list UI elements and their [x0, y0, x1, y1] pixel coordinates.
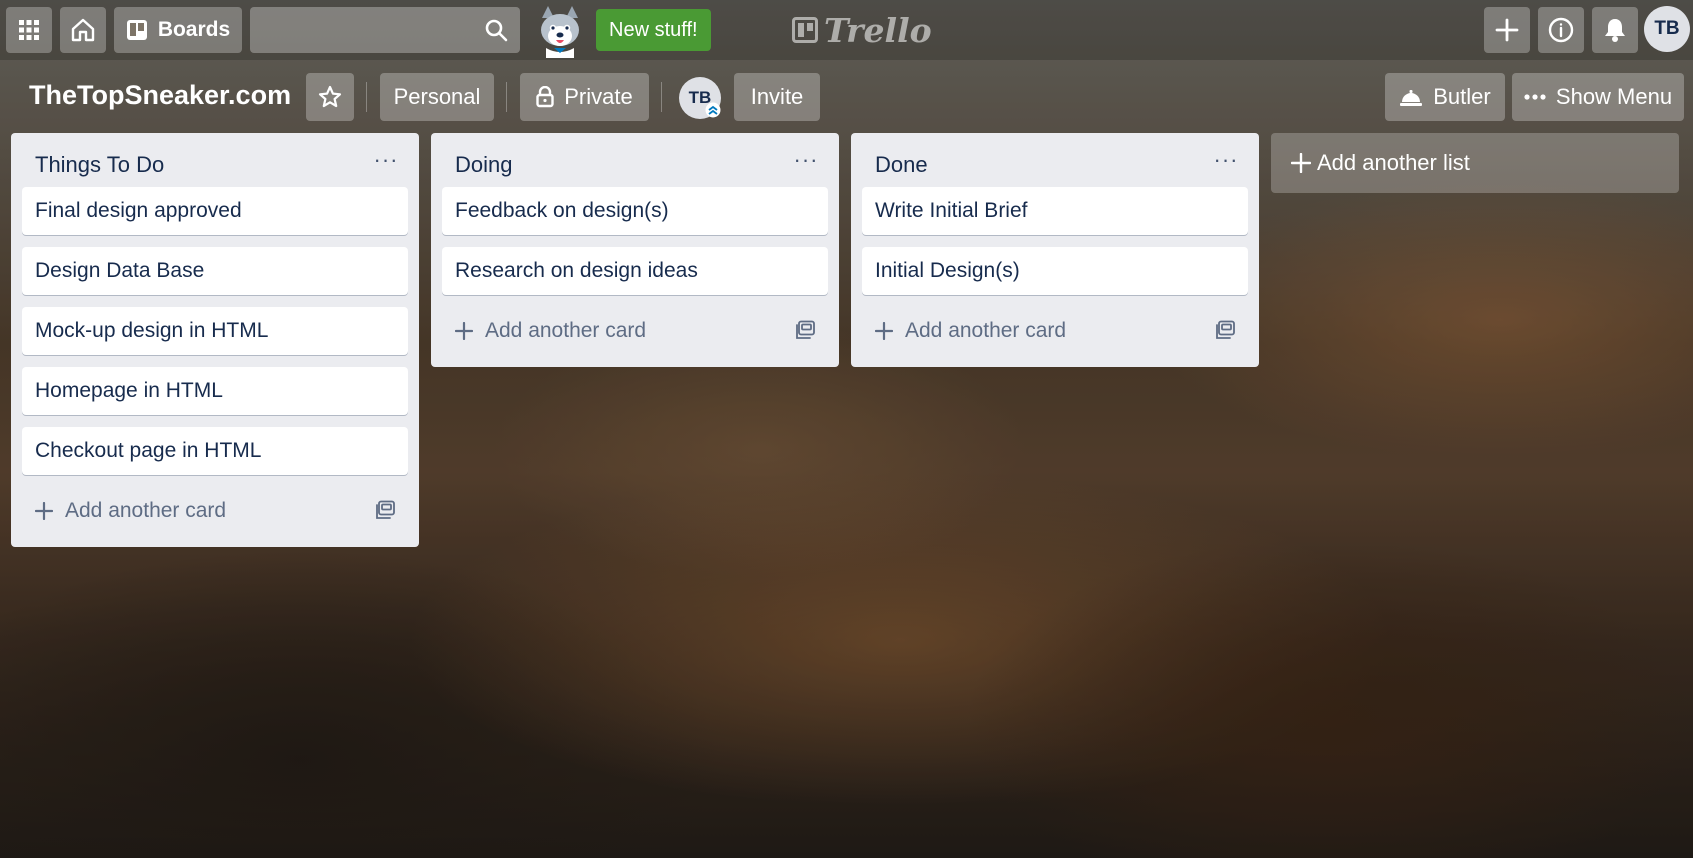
card[interactable]: Design Data Base: [22, 247, 408, 295]
card-template-icon[interactable]: [1216, 320, 1236, 346]
show-menu-button[interactable]: Show Menu: [1512, 73, 1684, 121]
search-icon[interactable]: [484, 18, 508, 42]
lock-icon: [536, 86, 554, 108]
star-icon: [318, 85, 342, 108]
card[interactable]: Final design approved: [22, 187, 408, 235]
add-card-button[interactable]: Add another card: [22, 487, 408, 535]
list-menu-button[interactable]: ···: [791, 147, 821, 172]
trello-logo-text: Trello: [824, 10, 932, 50]
card[interactable]: Mock-up design in HTML: [22, 307, 408, 355]
admin-chevron-icon: [705, 102, 721, 118]
plus-icon: [1495, 18, 1519, 42]
card-template-icon[interactable]: [376, 500, 396, 526]
add-card-label: Add another card: [65, 499, 227, 522]
search-input[interactable]: [250, 7, 520, 53]
top-nav-bar: Boards New stuff! Trello TB: [0, 0, 1693, 60]
bell-icon: [1605, 19, 1625, 42]
notifications-button[interactable]: [1592, 7, 1638, 53]
add-card-button[interactable]: Add another card: [862, 307, 1248, 355]
add-card-label: Add another card: [485, 319, 647, 342]
card-template-icon[interactable]: [796, 320, 816, 346]
invite-button[interactable]: Invite: [734, 73, 820, 121]
card[interactable]: Feedback on design(s): [442, 187, 828, 235]
visibility-button[interactable]: Private: [520, 73, 649, 121]
new-stuff-button[interactable]: New stuff!: [596, 9, 711, 51]
card[interactable]: Initial Design(s): [862, 247, 1248, 295]
boards-label: Boards: [157, 18, 231, 41]
member-avatar[interactable]: TB: [1644, 6, 1690, 52]
home-icon: [71, 18, 95, 42]
card[interactable]: Homepage in HTML: [22, 367, 408, 415]
add-list-label: Add another list: [1317, 150, 1470, 175]
list-header: Done ···: [851, 133, 1259, 187]
add-card-button[interactable]: Add another card: [442, 307, 828, 355]
board-icon: [126, 20, 147, 40]
board-title[interactable]: TheTopSneaker.com: [29, 80, 291, 111]
apps-switcher-button[interactable]: [6, 7, 52, 53]
butler-label: Butler: [1433, 84, 1491, 109]
show-menu-label: Show Menu: [1555, 84, 1673, 109]
header-divider: [661, 82, 662, 112]
info-button[interactable]: [1538, 7, 1584, 53]
add-list-button[interactable]: Add another list: [1271, 133, 1679, 193]
grid-icon: [19, 20, 39, 40]
list-title[interactable]: Doing: [455, 152, 512, 178]
add-card-label: Add another card: [905, 319, 1067, 342]
header-divider: [506, 82, 507, 112]
list-doing: Doing ··· Feedback on design(s) Research…: [431, 133, 839, 367]
list-menu-button[interactable]: ···: [1211, 147, 1241, 172]
plus-icon: [1291, 153, 1311, 173]
list-header: Doing ···: [431, 133, 839, 187]
butler-button[interactable]: Butler: [1385, 73, 1505, 121]
info-icon: [1548, 17, 1574, 43]
star-board-button[interactable]: [306, 73, 354, 121]
butler-bell-icon: [1399, 87, 1423, 107]
list-done: Done ··· Write Initial Brief Initial Des…: [851, 133, 1259, 367]
plus-icon: [22, 502, 65, 520]
list-menu-button[interactable]: ···: [371, 147, 401, 172]
list-title[interactable]: Done: [875, 152, 928, 178]
plus-icon: [442, 322, 485, 340]
taco-mascot-icon[interactable]: [532, 4, 588, 58]
visibility-label: Private: [564, 84, 633, 109]
create-button[interactable]: [1484, 7, 1530, 53]
home-button[interactable]: [60, 7, 106, 53]
card[interactable]: Research on design ideas: [442, 247, 828, 295]
boards-button[interactable]: Boards: [114, 7, 242, 53]
card[interactable]: Write Initial Brief: [862, 187, 1248, 235]
header-divider: [366, 82, 367, 112]
card[interactable]: Checkout page in HTML: [22, 427, 408, 475]
trello-logo-icon: [792, 17, 818, 43]
list-things-to-do: Things To Do ··· Final design approved D…: [11, 133, 419, 547]
trello-logo[interactable]: Trello: [792, 10, 932, 50]
plus-icon: [862, 322, 905, 340]
workspace-button[interactable]: Personal: [380, 73, 494, 121]
list-header: Things To Do ···: [11, 133, 419, 187]
more-horizontal-icon: [1524, 94, 1546, 100]
list-title[interactable]: Things To Do: [35, 152, 164, 178]
